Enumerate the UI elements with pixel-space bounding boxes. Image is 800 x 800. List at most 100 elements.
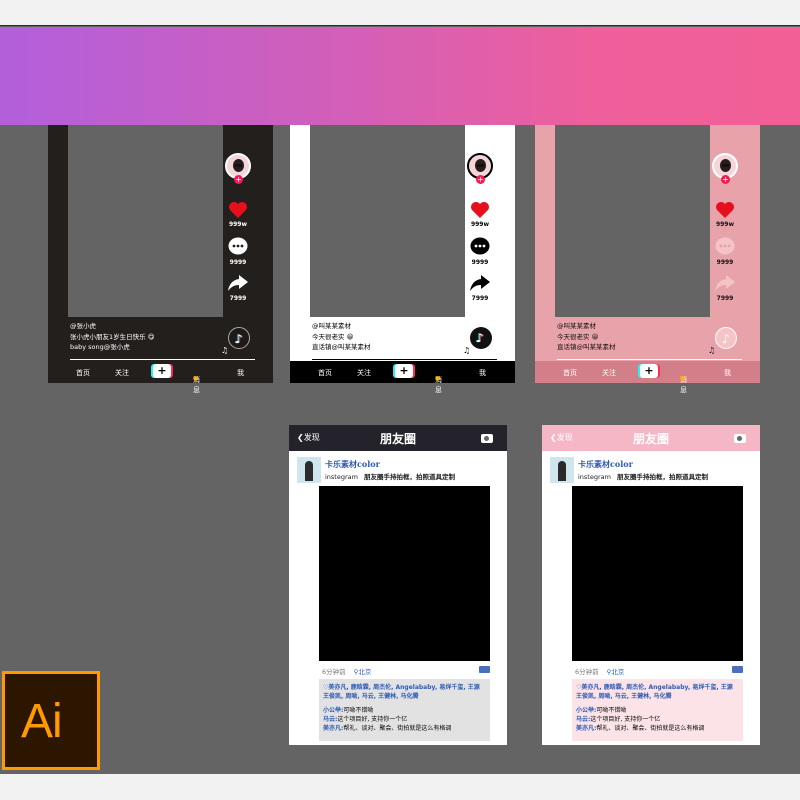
bottom-nav: 首页 关注 + 消息 ● 我	[48, 361, 273, 394]
caption-song: 直话镇@叫某某素材	[557, 343, 616, 351]
nav-me[interactable]: 我	[237, 368, 244, 378]
divider	[312, 359, 497, 360]
video-caption: @张小虎 张小虎小朋友1岁生日快乐 😋 baby song@张小虎	[70, 321, 240, 353]
add-button[interactable]: +	[640, 364, 658, 378]
music-note-icon: ♫	[221, 346, 229, 355]
post-text: instegram 朋友圈手持拍框，拍照道具定制	[578, 471, 708, 481]
shares-count: 7999	[471, 295, 489, 302]
illustrator-logo-icon: Ai	[2, 671, 100, 770]
comment-item: 小公举:可呦不错呦	[323, 707, 374, 714]
user-avatar[interactable]	[550, 457, 574, 483]
share-icon[interactable]	[470, 275, 490, 291]
camera-icon[interactable]	[481, 434, 493, 443]
page-title: 朋友圈	[379, 432, 416, 446]
caption-song: baby song@张小虎	[70, 343, 130, 351]
user-avatar[interactable]	[297, 457, 321, 483]
nav-home[interactable]: 首页	[563, 368, 577, 378]
post-location: ⚲北京	[353, 668, 372, 676]
caption-desc: 今天很老实 😀	[312, 332, 354, 341]
bottom-strip	[0, 774, 800, 800]
follow-plus-icon[interactable]: +	[721, 175, 730, 184]
caption-song: 直话镇@叫某某素材	[312, 343, 371, 351]
share-icon[interactable]	[228, 275, 248, 291]
post-text: instegram 朋友圈手持拍框，拍照道具定制	[325, 471, 455, 481]
likes-comments-box: ♡美亦凡, 鹿晗霖, 周杰伦, Angelababy, 易烊千玺, 王源 王俊凯…	[572, 679, 743, 741]
tiktok-frame-black: + 999w 9999 7999 @张小虎 张小虎小朋友1岁生日快乐 😋 bab…	[48, 125, 273, 394]
top-strip	[0, 0, 800, 26]
heart-icon[interactable]	[715, 201, 735, 219]
post-meta: 6分钟前 ⚲北京	[575, 666, 624, 676]
follow-plus-icon[interactable]: +	[476, 175, 485, 184]
nav-home[interactable]: 首页	[318, 368, 332, 378]
platform-label: instegram	[325, 473, 358, 481]
tiktok-frame-pink: + 999w 9999 7999 @叫某某素材 今天很老实 😀 直话镇@叫某某素…	[535, 125, 760, 394]
likes-count: 999w	[715, 221, 735, 228]
music-note-icon: ♫	[708, 346, 716, 355]
shares-count: 7999	[716, 295, 734, 302]
camera-icon[interactable]	[734, 434, 746, 443]
caption-desc: 张小虎小朋友1岁生日快乐 😋	[70, 332, 155, 341]
moments-header: ❮发现 朋友圈	[542, 425, 760, 451]
post-location: ⚲北京	[606, 668, 625, 676]
photo-area	[572, 486, 743, 661]
tiktok-frame-white: + 999w 9999 7999 @叫某某素材 今天很老实 😀 直话镇@叫某某素…	[290, 125, 515, 394]
nav-home[interactable]: 首页	[76, 368, 90, 378]
nav-me[interactable]: 我	[479, 368, 486, 378]
comment-item: 美亦凡:帮礼、谈对、聚会、街拍就是这么有格调	[323, 725, 452, 732]
divider	[557, 359, 742, 360]
post-subtitle: 朋友圈手持拍框，拍照道具定制	[363, 473, 455, 481]
moments-frame-dark: ❮发现 朋友圈 卡乐素材color instegram 朋友圈手持拍框，拍照道具定…	[289, 425, 507, 745]
comments-count: 9999	[229, 259, 247, 266]
heart-icon[interactable]	[470, 201, 490, 219]
shares-count: 7999	[229, 295, 247, 302]
comments-count: 9999	[471, 259, 489, 266]
add-button[interactable]: +	[153, 364, 171, 378]
add-button[interactable]: +	[395, 364, 413, 378]
more-options-icon[interactable]	[479, 666, 490, 673]
page-title: 朋友圈	[632, 432, 669, 446]
music-disc-icon[interactable]: ♪	[228, 327, 250, 349]
music-disc-icon[interactable]: ♪	[715, 327, 737, 349]
comment-item: 美亦凡:帮礼、谈对、聚会、街拍就是这么有格调	[576, 725, 705, 732]
caption-user: @叫某某素材	[557, 322, 596, 330]
heart-icon[interactable]	[228, 201, 248, 219]
moments-frame-pink: ❮发现 朋友圈 卡乐素材color instegram 朋友圈手持拍框，拍照道具定…	[542, 425, 760, 745]
share-icon[interactable]	[715, 275, 735, 291]
likes-count: 999w	[470, 221, 490, 228]
post-time: 6分钟前	[575, 668, 599, 676]
comment-icon[interactable]	[470, 237, 490, 255]
post-time: 6分钟前	[322, 668, 346, 676]
nav-me[interactable]: 我	[724, 368, 731, 378]
bottom-nav: 首页 关注 + 消息 ● 我	[290, 361, 515, 394]
follow-plus-icon[interactable]: +	[234, 175, 243, 184]
video-caption: @叫某某素材 今天很老实 😀 直话镇@叫某某素材	[557, 321, 727, 353]
caption-user: @张小虎	[70, 322, 96, 330]
more-options-icon[interactable]	[732, 666, 743, 673]
comment-item: 马云:这个项目好, 支持你一个亿	[576, 716, 661, 723]
comment-list: 小公举:可呦不错呦 马云:这个项目好, 支持你一个亿 美亦凡:帮礼、谈对、聚会、…	[323, 706, 486, 733]
likes-list: ♡美亦凡, 鹿晗霖, 周杰伦, Angelababy, 易烊千玺, 王源 王俊凯…	[323, 684, 480, 700]
comments-count: 9999	[716, 259, 734, 266]
comment-icon[interactable]	[715, 237, 735, 255]
video-caption: @叫某某素材 今天很老实 😀 直话镇@叫某某素材	[312, 321, 482, 353]
photo-cutout	[310, 125, 465, 317]
photo-cutout	[555, 125, 710, 317]
music-disc-icon[interactable]: ♪	[470, 327, 492, 349]
comment-item: 小公举:可呦不错呦	[576, 707, 627, 714]
post-meta: 6分钟前 ⚲北京	[322, 666, 371, 676]
user-name[interactable]: 卡乐素材color	[578, 459, 633, 470]
comment-list: 小公举:可呦不错呦 马云:这个项目好, 支持你一个亿 美亦凡:帮礼、谈对、聚会、…	[576, 706, 739, 733]
caption-desc: 今天很老实 😀	[557, 332, 599, 341]
nav-follow[interactable]: 关注	[602, 368, 616, 378]
gradient-banner	[0, 27, 800, 125]
photo-area	[319, 486, 490, 661]
post-subtitle: 朋友圈手持拍框，拍照道具定制	[616, 473, 708, 481]
comment-item: 马云:这个项目好, 支持你一个亿	[323, 716, 408, 723]
caption-user: @叫某某素材	[312, 322, 351, 330]
likes-list: ♡美亦凡, 鹿晗霖, 周杰伦, Angelababy, 易烊千玺, 王源 王俊凯…	[576, 684, 733, 700]
likes-count: 999w	[228, 221, 248, 228]
nav-follow[interactable]: 关注	[115, 368, 129, 378]
user-name[interactable]: 卡乐素材color	[325, 459, 380, 470]
nav-follow[interactable]: 关注	[357, 368, 371, 378]
comment-icon[interactable]	[228, 237, 248, 255]
